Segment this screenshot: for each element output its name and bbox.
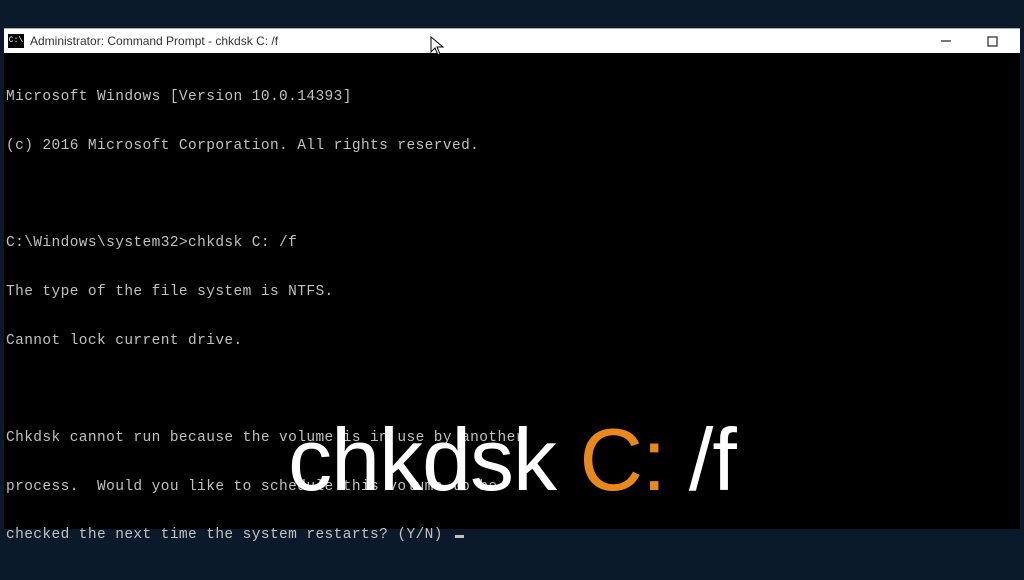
terminal-line: The type of the file system is NTFS. bbox=[6, 284, 1018, 300]
command-overlay-caption: chkdsk C: /f bbox=[4, 409, 1020, 511]
terminal-line: Cannot lock current drive. bbox=[6, 333, 1018, 349]
window-titlebar[interactable]: C:\ Administrator: Command Prompt - chkd… bbox=[4, 29, 1020, 53]
window-title: Administrator: Command Prompt - chkdsk C… bbox=[30, 34, 932, 48]
text-cursor bbox=[455, 535, 464, 538]
maximize-button[interactable] bbox=[978, 31, 1006, 51]
terminal-line: C:\Windows\system32>chkdsk C: /f bbox=[6, 235, 1018, 251]
overlay-text-accent: C: bbox=[579, 410, 665, 509]
window-controls bbox=[932, 31, 1006, 51]
terminal-line bbox=[6, 381, 1018, 397]
cmd-app-icon: C:\ bbox=[8, 34, 24, 48]
terminal-line: (c) 2016 Microsoft Corporation. All righ… bbox=[6, 138, 1018, 154]
minimize-button[interactable] bbox=[932, 31, 960, 51]
maximize-icon bbox=[987, 36, 998, 47]
overlay-text-part1: chkdsk bbox=[288, 410, 579, 509]
command-prompt-window: C:\ Administrator: Command Prompt - chkd… bbox=[4, 28, 1020, 529]
terminal-prompt-text: checked the next time the system restart… bbox=[6, 527, 452, 543]
minimize-icon bbox=[940, 35, 952, 47]
overlay-text-part3: /f bbox=[665, 410, 735, 509]
terminal-line bbox=[6, 187, 1018, 203]
terminal-line: Microsoft Windows [Version 10.0.14393] bbox=[6, 89, 1018, 105]
terminal-prompt-line: checked the next time the system restart… bbox=[6, 527, 1018, 543]
